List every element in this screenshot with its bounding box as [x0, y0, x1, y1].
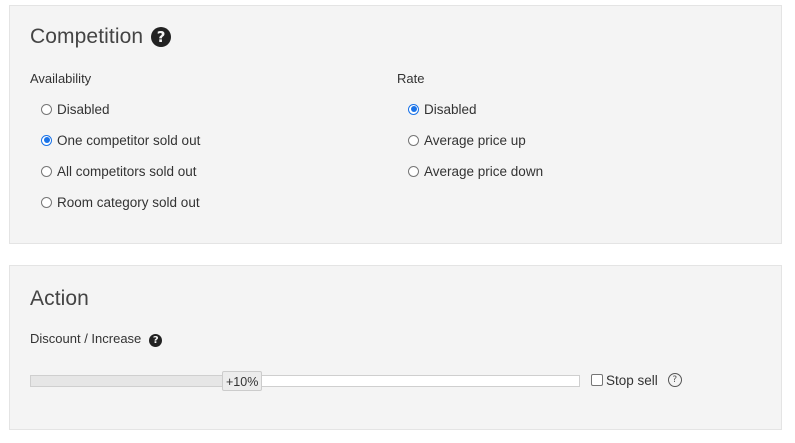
availability-option-label: All competitors sold out: [57, 163, 197, 179]
help-icon[interactable]: ?: [151, 27, 172, 47]
stop-sell-checkbox[interactable]: [591, 374, 603, 386]
help-outline-icon[interactable]: ?: [667, 373, 682, 387]
rate-label: Rate: [397, 71, 425, 86]
competition-title-row: Competition?: [30, 25, 172, 49]
availability-option-one-competitor-sold-out[interactable]: One competitor sold out: [41, 131, 200, 149]
rate-option-disabled[interactable]: Disabled: [408, 100, 477, 118]
discount-slider-handle[interactable]: +10%: [222, 371, 263, 391]
availability-option-label: Disabled: [57, 101, 110, 117]
radio-room-category-sold-out[interactable]: [41, 196, 52, 208]
radio-disabled[interactable]: [41, 103, 52, 115]
rate-option-label: Disabled: [424, 101, 477, 117]
radio-rate-disabled[interactable]: [408, 103, 419, 115]
rate-option-average-price-up[interactable]: Average price up: [408, 131, 526, 149]
radio-all-competitors-sold-out[interactable]: [41, 165, 52, 177]
stop-sell-option[interactable]: Stop sell ?: [591, 371, 682, 389]
availability-option-all-competitors-sold-out[interactable]: All competitors sold out: [41, 162, 197, 180]
action-title: Action: [30, 287, 89, 310]
availability-option-disabled[interactable]: Disabled: [41, 100, 110, 118]
discount-slider-fill: [31, 376, 223, 386]
rate-option-average-price-down[interactable]: Average price down: [408, 162, 543, 180]
availability-option-label: One competitor sold out: [57, 132, 201, 148]
radio-average-price-down[interactable]: [408, 165, 419, 177]
availability-option-label: Room category sold out: [57, 194, 200, 210]
action-panel: Action Discount / Increase? +10% Stop se…: [9, 265, 782, 430]
radio-one-competitor-sold-out[interactable]: [41, 134, 52, 146]
radio-average-price-up[interactable]: [408, 134, 419, 146]
availability-label: Availability: [30, 71, 92, 86]
discount-slider[interactable]: +10%: [30, 371, 580, 391]
rate-option-label: Average price down: [424, 163, 544, 179]
availability-option-room-category-sold-out[interactable]: Room category sold out: [41, 193, 200, 211]
rate-option-label: Average price up: [424, 132, 526, 148]
discount-label-row: Discount / Increase?: [30, 331, 163, 347]
discount-label: Discount / Increase: [30, 331, 142, 346]
stop-sell-label: Stop sell: [606, 372, 658, 388]
competition-title: Competition: [30, 25, 144, 48]
help-icon[interactable]: ?: [149, 334, 163, 347]
competition-panel: Competition? Availability Disabled One c…: [9, 5, 782, 244]
